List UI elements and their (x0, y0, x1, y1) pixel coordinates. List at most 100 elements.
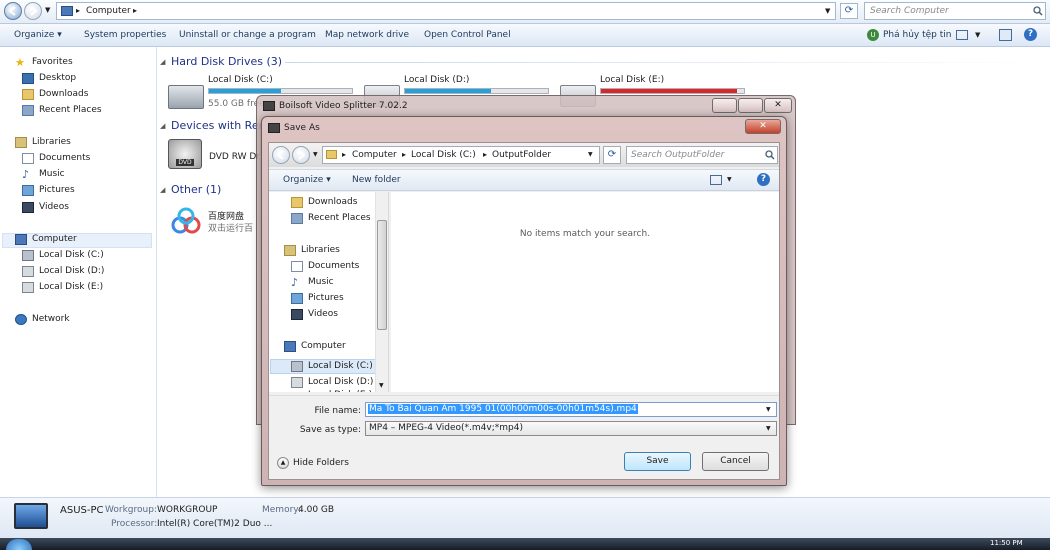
drive-icon (291, 377, 303, 388)
dialog-title: Save As (284, 123, 320, 133)
dialog-address-field[interactable]: ▸ Computer ▸ Local Disk (C:) ▸ OutputFol… (322, 146, 600, 164)
group-devices-removable[interactable]: Devices with Ren (171, 119, 266, 132)
dialog-body: ▼ ▸ Computer ▸ Local Disk (C:) ▸ OutputF… (268, 142, 780, 480)
cancel-button[interactable]: Cancel (702, 452, 769, 471)
computer-icon (61, 6, 73, 16)
nav-label: Music (39, 169, 65, 179)
collapse-icon[interactable]: ◢ (160, 58, 165, 66)
dvd-drive-icon: DVD (168, 139, 202, 169)
back-arrow-icon (8, 6, 16, 16)
computer-icon (284, 341, 296, 352)
search-input[interactable]: Search Computer (864, 2, 1046, 20)
group-other[interactable]: Other (1) (171, 183, 221, 196)
tree-label: Music (308, 277, 334, 287)
folder-icon (326, 150, 337, 159)
drive-e-usage-bar (600, 88, 745, 94)
tree-label: Libraries (301, 245, 340, 255)
computer-icon (15, 234, 27, 245)
shredder-icon: U (867, 29, 879, 41)
dialog-file-list[interactable]: No items match your search. (391, 192, 779, 392)
save-as-type-select[interactable]: MP4 – MPEG-4 Video(*.m4v;*mp4) ▼ (365, 421, 777, 436)
collapse-icon[interactable]: ◢ (160, 122, 165, 130)
dialog-search-input[interactable]: Search OutputFolder (626, 146, 778, 164)
breadcrumb-computer[interactable]: Computer (352, 150, 397, 160)
view-dropdown-icon[interactable]: ▼ (975, 31, 980, 39)
breadcrumb-computer[interactable]: Computer (86, 6, 131, 16)
breadcrumb-separator-icon: ▸ (402, 150, 407, 159)
nav-label: Documents (39, 153, 91, 163)
breadcrumb-disk-c[interactable]: Local Disk (C:) (411, 150, 476, 160)
taskbar: 11:50 PM (0, 538, 1050, 550)
nav-label: Computer (32, 234, 77, 244)
recent-pages-chevron-icon[interactable]: ▼ (45, 6, 50, 14)
group-hard-disk-drives[interactable]: Hard Disk Drives (3) (171, 55, 282, 68)
desktop-icon (22, 73, 34, 84)
address-dropdown-icon[interactable]: ▼ (588, 151, 593, 158)
app-close-button[interactable]: ✕ (764, 98, 792, 113)
libraries-icon (284, 245, 296, 256)
tree-disk-e-partial[interactable]: Local Disk (E:) (308, 390, 372, 392)
forward-button[interactable] (24, 2, 42, 20)
drive-e-name[interactable]: Local Disk (E:) (600, 75, 664, 85)
dialog-close-button[interactable]: ✕ (745, 119, 781, 134)
drive-c-name[interactable]: Local Disk (C:) (208, 75, 273, 85)
system-properties-button[interactable]: System properties (84, 30, 166, 40)
tree-label: Computer (301, 341, 346, 351)
hide-folders-button[interactable]: Hide Folders (293, 458, 349, 468)
dialog-forward-button[interactable] (292, 146, 310, 164)
save-button[interactable]: Save (624, 452, 691, 471)
help-icon[interactable]: ? (1024, 28, 1037, 41)
dialog-help-icon[interactable]: ? (757, 173, 770, 186)
map-network-drive-button[interactable]: Map network drive (325, 30, 409, 40)
computer-name: ASUS-PC (60, 505, 104, 516)
start-button[interactable] (6, 539, 32, 550)
collapse-icon[interactable]: ◢ (160, 186, 165, 194)
dialog-refresh-button[interactable]: ⟳ (603, 146, 621, 164)
details-pane: ASUS-PC Workgroup: WORKGROUP Memory: 4.0… (0, 497, 1050, 538)
preview-pane-icon[interactable] (999, 29, 1012, 41)
file-name-input[interactable]: Ma To Bai Quan Am 1995 01(00h00m00s-00h0… (365, 402, 777, 417)
clock[interactable]: 11:50 PM (990, 539, 1023, 547)
dvd-drive-name[interactable]: DVD RW Dr (209, 152, 260, 162)
close-icon: ✕ (774, 100, 782, 110)
tree-scrollbar-thumb[interactable] (377, 220, 387, 330)
view-dropdown-icon[interactable]: ▼ (727, 176, 732, 183)
nav-label: Desktop (39, 73, 77, 83)
change-view-icon[interactable] (710, 175, 722, 185)
app-maximize-button[interactable] (738, 98, 763, 113)
drive-c-usage-bar (208, 88, 353, 94)
downloads-icon (22, 89, 34, 100)
address-dropdown-icon[interactable]: ▼ (825, 7, 830, 15)
file-name-dropdown-icon[interactable]: ▼ (766, 406, 771, 413)
dialog-organize-menu[interactable]: Organize ▾ (283, 175, 331, 185)
uninstall-program-button[interactable]: Uninstall or change a program (179, 30, 316, 40)
shred-file-button[interactable]: Phá hủy tệp tin (883, 30, 951, 40)
navigation-pane: ★ Favorites Desktop Downloads Recent Pla… (0, 47, 157, 497)
new-folder-button[interactable]: New folder (352, 175, 401, 185)
back-button[interactable] (4, 2, 22, 20)
recent-locations-chevron-icon[interactable]: ▼ (313, 151, 318, 158)
nav-label: Local Disk (E:) (39, 282, 104, 292)
breadcrumb-output-folder[interactable]: OutputFolder (492, 150, 551, 160)
app-title: Boilsoft Video Splitter 7.02.2 (279, 101, 408, 111)
dialog-back-button[interactable] (272, 146, 290, 164)
empty-list-message: No items match your search. (519, 229, 651, 239)
organize-label: Organize (283, 175, 324, 185)
scroll-down-icon[interactable]: ▼ (379, 382, 384, 389)
app-minimize-button[interactable] (712, 98, 737, 113)
address-field[interactable]: ▸ Computer ▸ ▼ (56, 2, 836, 20)
open-control-panel-button[interactable]: Open Control Panel (424, 30, 511, 40)
drive-icon (22, 266, 34, 277)
save-type-dropdown-icon[interactable]: ▼ (766, 425, 771, 432)
downloads-icon (291, 197, 303, 208)
close-icon: ✕ (759, 121, 767, 131)
view-options-icon[interactable] (956, 30, 968, 40)
documents-icon (22, 153, 34, 164)
drive-d-name[interactable]: Local Disk (D:) (404, 75, 469, 85)
refresh-button[interactable]: ⟳ (840, 3, 858, 19)
recent-places-icon (22, 105, 34, 116)
organize-menu[interactable]: Organize ▾ (14, 30, 62, 40)
hide-folders-toggle-icon[interactable]: ▲ (277, 457, 289, 469)
tree-scrollbar[interactable]: ▼ (375, 192, 388, 392)
dialog-file-fields: File name: Ma To Bai Quan Am 1995 01(00h… (269, 395, 779, 443)
